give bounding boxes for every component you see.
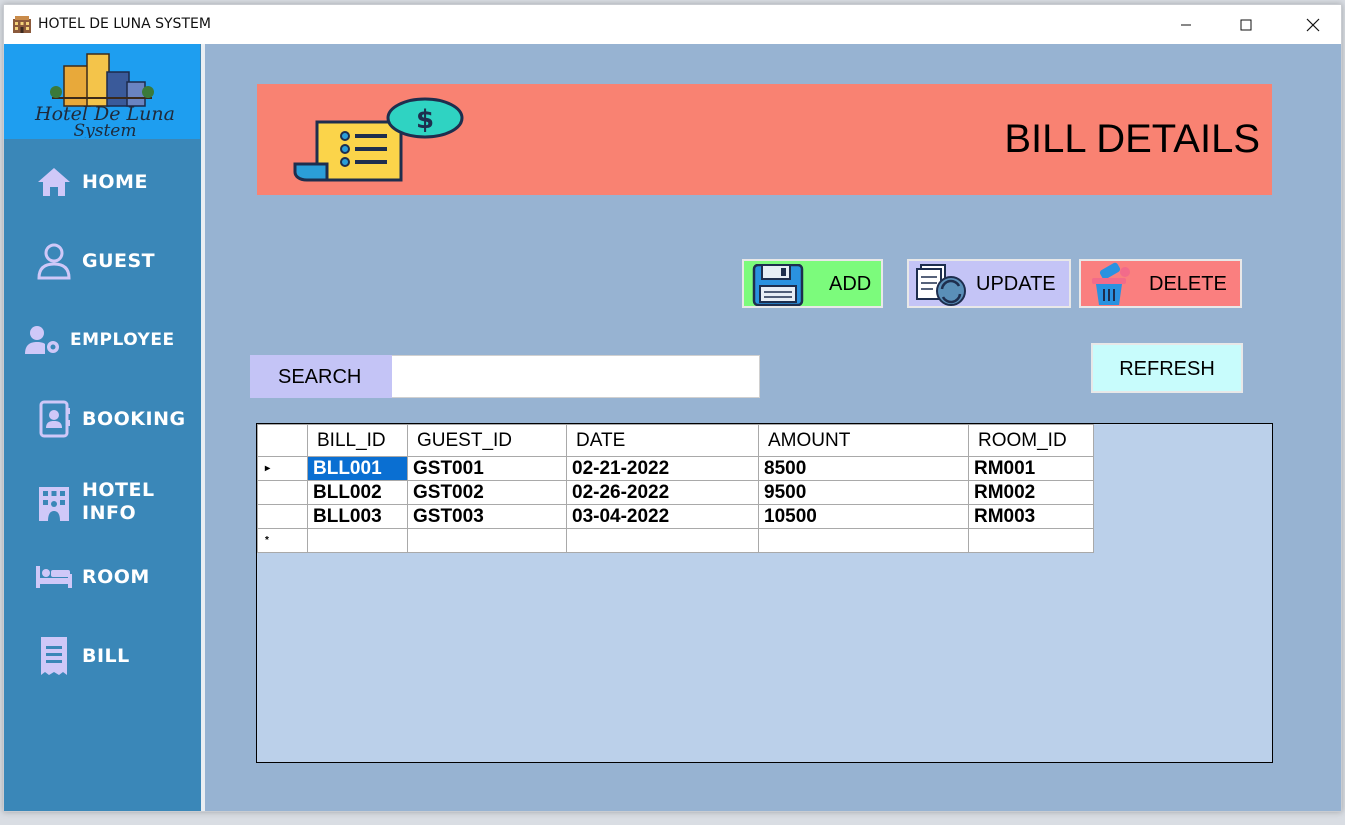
table-cell-empty[interactable] [566, 528, 759, 553]
sidebar-item-label: BOOKING [82, 408, 186, 430]
page-title: BILL DETAILS [1004, 117, 1260, 161]
column-header-bill-id[interactable]: BILL_ID [307, 424, 408, 457]
sidebar-item-booking[interactable]: BOOKING [4, 394, 200, 444]
trash-icon [1092, 262, 1130, 305]
table-cell[interactable]: 02-21-2022 [566, 456, 759, 481]
maximize-icon [1240, 19, 1252, 30]
current-row-arrow-icon: ▸ [265, 463, 271, 474]
sidebar-item-label: HOME [82, 171, 148, 193]
main-panel: $ BILL DETAILS ADD UPDATE DELETE SEARCH … [205, 44, 1341, 811]
receipt-icon [35, 637, 73, 675]
column-header-room-id[interactable]: ROOM_ID [968, 424, 1094, 457]
refresh-button-label: REFRESH [1119, 358, 1215, 380]
bed-icon [35, 558, 73, 596]
table-cell[interactable]: 8500 [758, 456, 969, 481]
table-row[interactable]: ▸ BLL001 GST001 02-21-2022 8500 RM001 [257, 456, 1094, 481]
sidebar-item-label-line2: INFO [82, 502, 137, 524]
table-cell-empty[interactable] [758, 528, 969, 553]
sidebar-item-label: BILL [82, 645, 130, 667]
table-cell-selected[interactable]: BLL001 [307, 456, 408, 481]
table-cell-empty[interactable] [307, 528, 408, 553]
table-cell-empty[interactable] [968, 528, 1094, 553]
column-header-guest-id[interactable]: GUEST_ID [407, 424, 567, 457]
row-header-corner [257, 424, 308, 457]
search-label: SEARCH [250, 355, 392, 398]
maximize-button[interactable] [1217, 5, 1275, 44]
table-header-row: BILL_ID GUEST_ID DATE AMOUNT ROOM_ID [257, 424, 1094, 457]
sidebar-item-label: EMPLOYEE [70, 330, 175, 350]
user-icon [35, 242, 73, 280]
table-cell[interactable]: 10500 [758, 504, 969, 529]
sidebar-item-label: GUEST [82, 250, 156, 272]
hotel-buildings-icon: Hotel De Luna System [34, 53, 175, 138]
table-cell[interactable]: RM001 [968, 456, 1094, 481]
table-cell[interactable]: BLL003 [307, 504, 408, 529]
row-header[interactable] [257, 480, 308, 505]
table-cell[interactable]: RM002 [968, 480, 1094, 505]
table-new-row[interactable]: * [257, 528, 1094, 553]
minimize-icon [1181, 24, 1191, 25]
new-row-asterisk-icon: * [265, 535, 269, 546]
table-cell[interactable]: 03-04-2022 [566, 504, 759, 529]
sidebar-item-label-line1: HOTEL [82, 479, 155, 501]
update-button-label: UPDATE [976, 273, 1056, 295]
sidebar: Hotel De Luna System HOME GUEST EMPLOYEE [4, 44, 202, 811]
table-row[interactable]: BLL003 GST003 03-04-2022 10500 RM003 [257, 504, 1094, 529]
user-gear-icon [24, 321, 62, 359]
update-button[interactable]: UPDATE [907, 259, 1071, 308]
sidebar-item-home[interactable]: HOME [4, 157, 200, 207]
search-input[interactable] [392, 355, 760, 398]
add-button[interactable]: ADD [742, 259, 883, 308]
row-header[interactable] [257, 504, 308, 529]
title-bar[interactable]: HOTEL DE LUNA SYSTEM [4, 5, 1341, 44]
table-cell-empty[interactable] [407, 528, 567, 553]
bill-data-grid[interactable]: BILL_ID GUEST_ID DATE AMOUNT ROOM_ID ▸ B… [256, 423, 1273, 763]
column-header-date[interactable]: DATE [566, 424, 759, 457]
hotel-app-icon [13, 16, 31, 33]
table-cell[interactable]: GST001 [407, 456, 567, 481]
table-row[interactable]: BLL002 GST002 02-26-2022 9500 RM002 [257, 480, 1094, 505]
sidebar-item-bill[interactable]: BILL [4, 631, 200, 681]
search-label-text: SEARCH [278, 366, 362, 388]
sidebar-item-employee[interactable]: EMPLOYEE [4, 315, 200, 365]
window-title: HOTEL DE LUNA SYSTEM [38, 16, 211, 32]
row-header-current[interactable]: ▸ [257, 456, 308, 481]
svg-text:$: $ [416, 105, 434, 135]
page-header-banner: $ BILL DETAILS [257, 84, 1272, 195]
sidebar-item-room[interactable]: ROOM [4, 552, 200, 602]
hotel-icon [35, 484, 73, 522]
document-refresh-icon [916, 264, 966, 306]
table-cell[interactable]: RM003 [968, 504, 1094, 529]
sidebar-item-label: HOTEL INFO [82, 479, 155, 525]
save-disk-icon [752, 264, 804, 306]
hotel-logo: Hotel De Luna System [4, 44, 200, 139]
contact-book-icon [35, 400, 73, 438]
table-cell[interactable]: GST003 [407, 504, 567, 529]
new-row-header[interactable]: * [257, 528, 308, 553]
sidebar-item-guest[interactable]: GUEST [4, 236, 200, 286]
svg-text:System: System [74, 121, 137, 138]
sidebar-item-hotel-info[interactable]: HOTEL INFO [4, 473, 200, 533]
table-cell[interactable]: 02-26-2022 [566, 480, 759, 505]
bill-icon: $ [293, 97, 464, 182]
table-cell[interactable]: GST002 [407, 480, 567, 505]
home-icon [35, 163, 73, 201]
table-cell[interactable]: 9500 [758, 480, 969, 505]
column-header-amount[interactable]: AMOUNT [758, 424, 969, 457]
close-icon [1306, 18, 1320, 31]
minimize-button[interactable] [1157, 5, 1215, 44]
delete-button[interactable]: DELETE [1079, 259, 1242, 308]
refresh-button[interactable]: REFRESH [1091, 343, 1243, 393]
bill-table: BILL_ID GUEST_ID DATE AMOUNT ROOM_ID ▸ B… [257, 424, 1094, 553]
delete-button-label: DELETE [1149, 273, 1227, 295]
add-button-label: ADD [829, 273, 872, 295]
sidebar-item-label: ROOM [82, 566, 150, 588]
table-cell[interactable]: BLL002 [307, 480, 408, 505]
close-button[interactable] [1284, 5, 1341, 44]
app-window: HOTEL DE LUNA SYSTEM Hotel De Luna Syste… [3, 4, 1342, 812]
